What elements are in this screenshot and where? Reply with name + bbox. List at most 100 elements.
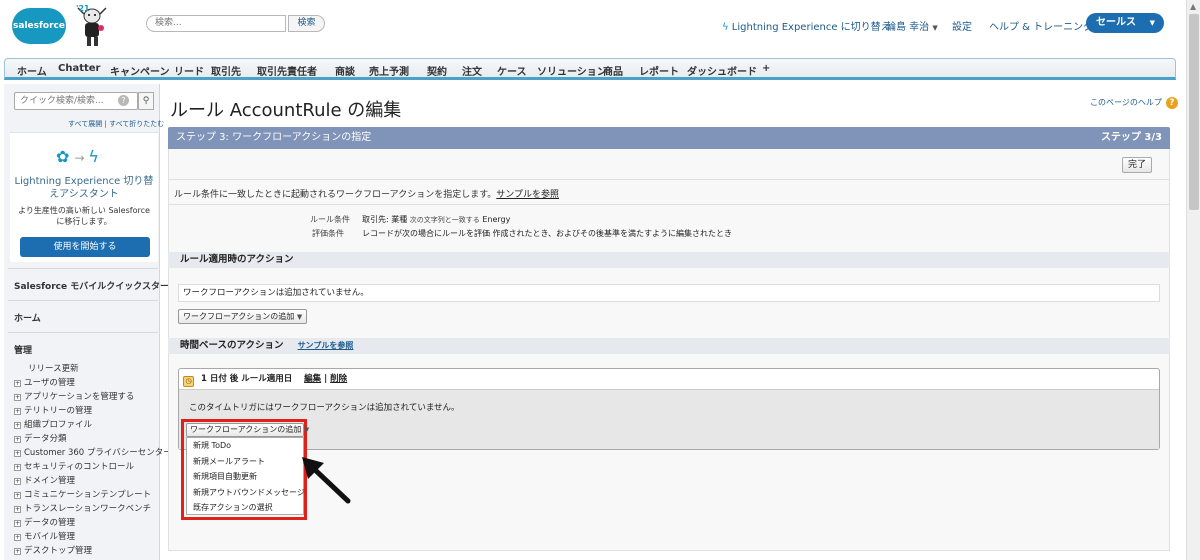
sidebar-admin-heading: 管理 <box>14 346 33 356</box>
sidebar-item-apps[interactable]: + アプリケーションを管理する <box>14 390 134 402</box>
expand-icon: + <box>14 380 21 387</box>
menu-item-new-field-update[interactable]: 新規項目自動更新 <box>187 469 303 485</box>
expand-icon: + <box>14 478 21 485</box>
sidebar: クイック検索/検索... ? ⚲ すべて展開 | すべて折りたたむ ✿ → ϟ … <box>4 84 178 560</box>
sidebar-item-mobile[interactable]: + モバイル管理 <box>14 530 75 542</box>
scroll-up-icon[interactable]: ▲ <box>1190 2 1196 11</box>
promo-title: Lightning Experience 切り替えアシスタント <box>14 176 154 200</box>
chevron-down-icon: ▼ <box>932 24 938 32</box>
sidebar-item-desktop[interactable]: + デスクトップ管理 <box>14 544 92 556</box>
switch-lightning-link[interactable]: ϟ Lightning Experience に切り替え <box>722 18 891 33</box>
sidebar-item-data-classification[interactable]: + データ分類 <box>14 432 67 444</box>
tab-products[interactable]: 商品 <box>603 63 623 78</box>
divider <box>168 204 1170 205</box>
chevron-down-icon: ▼ <box>1149 19 1155 27</box>
sidebar-item-templates[interactable]: + コミュニケーションテンプレート <box>14 488 151 500</box>
sidebar-item-users[interactable]: + ユーザの管理 <box>14 376 75 388</box>
immediate-actions-note: ワークフローアクションは追加されていません。 <box>178 284 1160 302</box>
tab-reports[interactable]: レポート <box>639 63 679 78</box>
trigger-add-action-select[interactable]: ワークフローアクションの追加 ▼ <box>186 423 309 437</box>
tab-opportunities[interactable]: 商談 <box>335 63 355 78</box>
help-icon[interactable]: ? <box>118 95 129 106</box>
divider <box>8 268 158 269</box>
tab-home[interactable]: ホーム <box>17 63 47 78</box>
sidebar-item-data-mgmt[interactable]: + データの管理 <box>14 516 75 528</box>
scrollbar-thumb[interactable] <box>1189 14 1199 210</box>
add-workflow-action-select[interactable]: ワークフローアクションの追加 ▼ <box>178 309 308 324</box>
chevron-down-icon: ▼ <box>296 313 303 321</box>
rule-criteria-match: Energy <box>482 215 511 224</box>
sidebar-item-org-profile[interactable]: + 組織プロファイル <box>14 418 92 430</box>
expand-icon: + <box>14 394 21 401</box>
sidebar-item-security[interactable]: + セキュリティのコントロール <box>14 460 134 472</box>
lightning-promo: ✿ → ϟ Lightning Experience 切り替えアシスタント より… <box>10 132 158 262</box>
step-description: ルール条件に一致したときに起動されるワークフローアクションを指定します。サンプル… <box>174 187 559 200</box>
page-help-label: このページのヘルプ <box>1090 98 1162 107</box>
description-text: ルール条件に一致したときに起動されるワークフローアクションを指定します。 <box>174 190 497 200</box>
collapse-all-link[interactable]: すべて折りたたむ <box>109 120 164 128</box>
rule-criteria-label: ルール条件 <box>310 215 350 224</box>
tab-dashboards[interactable]: ダッシュボード <box>687 63 757 78</box>
tab-chatter[interactable]: Chatter <box>58 63 100 74</box>
trigger-delete-link[interactable]: 削除 <box>330 374 347 384</box>
tab-cases[interactable]: ケース <box>497 63 527 78</box>
global-search-input[interactable]: 検索... <box>146 15 286 32</box>
expand-icon: + <box>14 422 21 429</box>
rule-criteria-operator: 次の文字列と一致する <box>409 216 480 224</box>
switch-lightning-label: Lightning Experience に切り替え <box>731 22 891 33</box>
immediate-actions-header: ルール適用時のアクション <box>168 252 1170 268</box>
done-button[interactable]: 完了 <box>1122 157 1152 173</box>
sidebar-item-label: コミュニケーションテンプレート <box>24 490 152 500</box>
sidebar-item-release-update[interactable]: リリース更新 <box>28 362 79 374</box>
time-trigger-header: ◷ 1 日付 後 ルール適用日 編集 | 削除 <box>179 369 1159 389</box>
search-icon[interactable]: ⚲ <box>138 92 154 110</box>
sidebar-item-privacy-center[interactable]: + Customer 360 プライバシーセンター <box>14 446 172 458</box>
settings-link[interactable]: 設定 <box>952 18 972 33</box>
global-search-button[interactable]: 検索 <box>288 15 325 32</box>
expand-icon: + <box>14 450 21 457</box>
expand-all-link[interactable]: すべて展開 <box>68 120 102 128</box>
tab-solutions[interactable]: ソリューション <box>537 63 607 78</box>
mobile-quickstart-link[interactable]: Salesforce モバイルクイックスタート <box>14 279 178 292</box>
tab-forecasts[interactable]: 売上予測 <box>369 63 409 78</box>
sidebar-item-label: デスクトップ管理 <box>24 546 93 556</box>
tab-leads[interactable]: リード <box>174 63 204 78</box>
page-help-link[interactable]: このページのヘルプ? <box>1090 97 1178 109</box>
time-trigger-box: ◷ 1 日付 後 ルール適用日 編集 | 削除 このタイムトリガにはワークフロー… <box>178 368 1160 450</box>
menu-item-new-email-alert[interactable]: 新規メールアラート <box>187 454 303 470</box>
tab-add-plus-icon[interactable]: + <box>762 63 770 74</box>
tab-orders[interactable]: 注文 <box>462 63 482 78</box>
time-based-actions-header: 時間ベースのアクション サンプルを参照 <box>168 338 1170 354</box>
promo-description: より生産性の高い新しい Salesforce に移行します。 <box>18 206 150 226</box>
sidebar-item-domain[interactable]: + ドメイン管理 <box>14 474 75 486</box>
expand-icon: + <box>14 408 21 415</box>
sidebar-item-translation[interactable]: + トランスレーションワークベンチ <box>14 502 151 514</box>
tab-contracts[interactable]: 契約 <box>427 63 447 78</box>
add-action-dropdown-menu: 新規 ToDo 新規メールアラート 新規項目自動更新 新規アウトバウンドメッセー… <box>186 437 305 516</box>
tab-accounts[interactable]: 取引先 <box>211 63 241 78</box>
arrow-right-icon: → <box>74 151 89 165</box>
trigger-edit-link[interactable]: 編集 <box>304 374 321 384</box>
expand-icon: + <box>14 506 21 513</box>
sidebar-item-label: データ分類 <box>24 434 67 444</box>
tab-campaigns[interactable]: キャンペーン <box>110 63 170 78</box>
app-switcher-button[interactable]: セールス ▼ <box>1086 13 1164 33</box>
trigger-clock-icon: ◷ <box>183 376 194 387</box>
sidebar-home-link[interactable]: ホーム <box>14 311 41 324</box>
menu-item-select-existing[interactable]: 既存アクションの選択 <box>187 500 303 516</box>
trigger-add-action-label: ワークフローアクションの追加 <box>190 425 302 434</box>
sample-link[interactable]: サンプルを参照 <box>496 190 559 200</box>
user-menu[interactable]: 輪島 幸治 ▼ <box>886 18 938 33</box>
time-sample-link[interactable]: サンプルを参照 <box>298 341 354 350</box>
help-training-link[interactable]: ヘルプ & トレーニング <box>989 18 1093 33</box>
menu-item-new-outbound-message[interactable]: 新規アウトバウンドメッセージ <box>187 485 305 501</box>
page-scrollbar[interactable]: ▲ <box>1186 0 1200 560</box>
salesforce-logo[interactable]: salesforce <box>12 8 66 44</box>
link-separator: | <box>104 120 107 128</box>
trigger-note: このタイムトリガにはワークフローアクションは追加されていません。 <box>189 403 460 413</box>
tab-contacts[interactable]: 取引先責任者 <box>257 63 317 78</box>
sidebar-item-territory[interactable]: + テリトリーの管理 <box>14 404 92 416</box>
menu-item-new-todo[interactable]: 新規 ToDo <box>187 438 303 454</box>
step-title: ステップ 3: ワークフローアクションの指定 <box>176 132 372 143</box>
promo-start-button[interactable]: 使用を開始する <box>20 237 150 257</box>
